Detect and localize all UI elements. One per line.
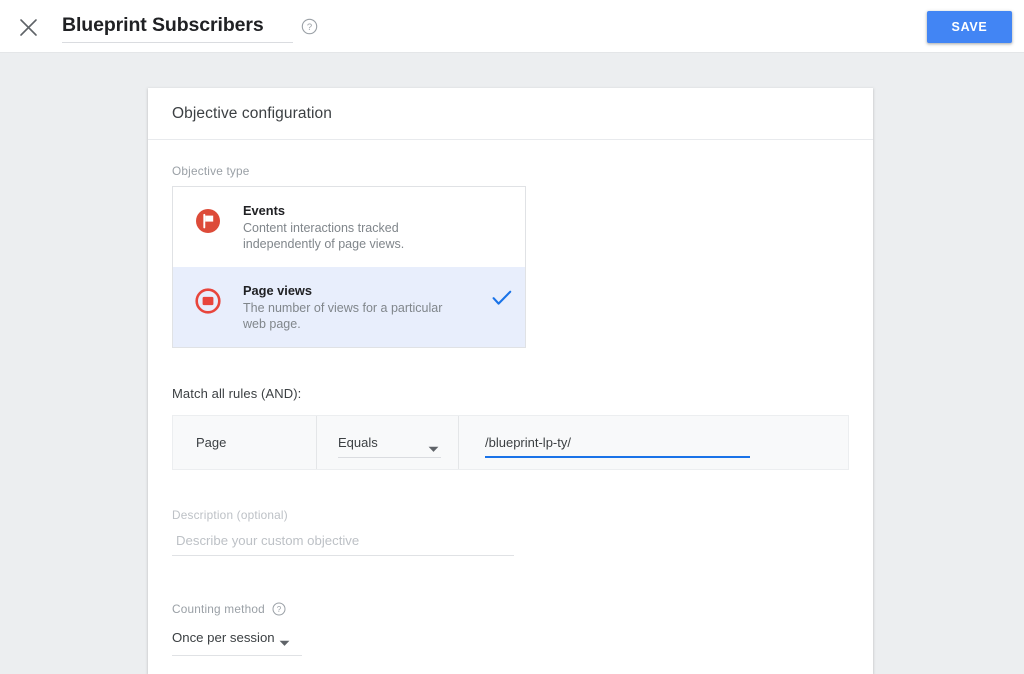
objective-title-input[interactable] [62, 11, 293, 39]
svg-text:?: ? [307, 22, 312, 33]
rule-value-input[interactable] [485, 435, 750, 450]
option-check-slot [479, 202, 525, 210]
title-underline [62, 42, 293, 43]
counting-method-label: Counting method [172, 602, 265, 616]
rule-row: Page Equals [172, 415, 849, 470]
selected-check [479, 282, 525, 311]
rule-value-focus-underline [485, 455, 750, 458]
chevron-down-icon [279, 634, 290, 652]
description-block: Description (optional) [172, 508, 849, 556]
check-icon [492, 290, 512, 311]
counting-method-value: Once per session [172, 629, 275, 645]
card-body: Objective type Events Content interactio… [148, 140, 873, 674]
description-field[interactable] [172, 528, 514, 556]
rule-operator-cell: Equals [317, 416, 459, 469]
option-text-page-views: Page views The number of views for a par… [243, 282, 479, 332]
svg-text:?: ? [277, 605, 282, 614]
option-description: Content interactions tracked independent… [243, 221, 405, 251]
objective-type-options: Events Content interactions tracked inde… [172, 186, 526, 348]
objective-type-label: Objective type [172, 164, 250, 178]
save-button[interactable]: SAVE [927, 11, 1012, 43]
card-title: Objective configuration [172, 104, 332, 122]
rule-value-field[interactable] [485, 429, 750, 458]
option-description: The number of views for a particular web… [243, 301, 443, 331]
top-app-bar: ? SAVE [0, 0, 1024, 53]
title-help-button[interactable]: ? [301, 18, 318, 35]
help-circle-icon: ? [301, 18, 318, 39]
rule-operator-select[interactable]: Equals [338, 428, 441, 458]
help-circle-icon[interactable]: ? [272, 602, 286, 616]
objective-type-option-events[interactable]: Events Content interactions tracked inde… [173, 187, 525, 267]
flag-circle-icon [173, 202, 243, 234]
counting-method-label-row: Counting method ? [172, 602, 849, 616]
page-view-circle-icon [173, 282, 243, 314]
operator-underline [338, 456, 441, 458]
description-input[interactable] [172, 528, 514, 552]
close-button[interactable] [14, 13, 42, 41]
card-header: Objective configuration [148, 88, 873, 140]
option-title: Page views [243, 283, 313, 298]
rule-operator-value: Equals [338, 435, 378, 450]
chevron-down-icon [428, 440, 439, 458]
rule-value-cell [459, 416, 848, 469]
description-underline [172, 555, 514, 556]
rule-field-name: Page [173, 416, 317, 469]
match-rules-title: Match all rules (AND): [172, 386, 302, 401]
description-label: Description (optional) [172, 508, 288, 522]
option-text-events: Events Content interactions tracked inde… [243, 202, 479, 252]
option-title: Events [243, 203, 285, 218]
objective-type-option-page-views[interactable]: Page views The number of views for a par… [173, 267, 525, 347]
objective-title-field[interactable] [62, 11, 293, 43]
counting-method-block: Counting method ? Once per session [172, 602, 849, 656]
counting-method-select[interactable]: Once per session [172, 624, 302, 656]
counting-method-underline [172, 655, 302, 656]
objective-configuration-card: Objective configuration Objective type E… [148, 88, 873, 674]
close-icon [19, 18, 38, 37]
